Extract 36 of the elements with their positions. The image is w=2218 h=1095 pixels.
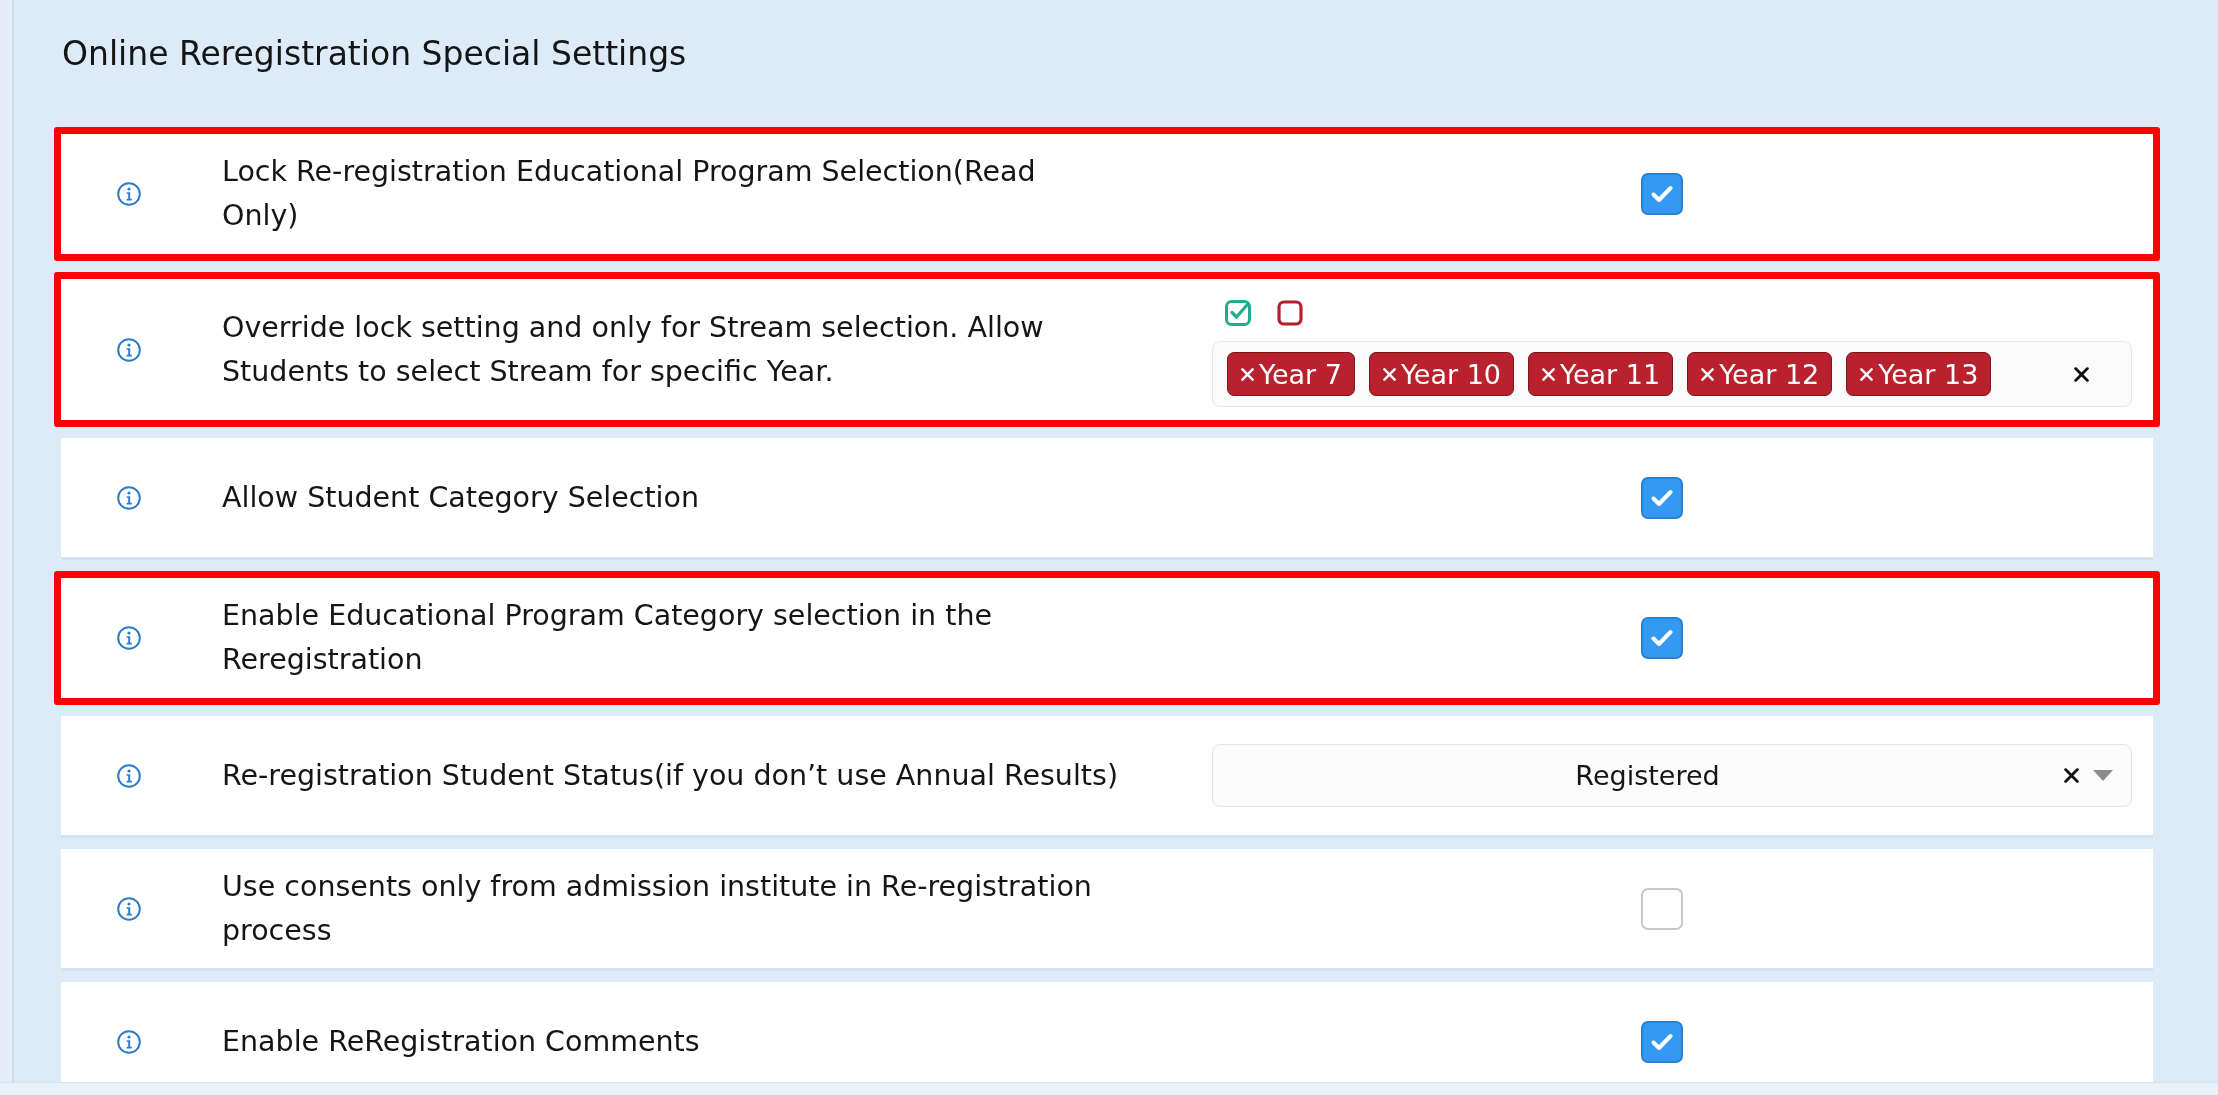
year-tag[interactable]: Year 10 bbox=[1368, 352, 1515, 396]
check-icon bbox=[1651, 629, 1673, 647]
check-icon bbox=[1651, 488, 1673, 507]
checkbox[interactable] bbox=[1641, 887, 1683, 930]
checkbox[interactable] bbox=[1641, 1020, 1683, 1063]
info-icon[interactable] bbox=[117, 182, 141, 206]
setting-label: Allow Student Category Selection bbox=[222, 479, 700, 516]
year-tag[interactable]: Year 11 bbox=[1528, 352, 1674, 396]
info-icon[interactable] bbox=[117, 763, 141, 788]
checkbox[interactable] bbox=[1641, 617, 1683, 659]
year-tag[interactable]: Year 13 bbox=[1846, 352, 1992, 396]
setting-label: Use consents only from admission institute in Re-registration process bbox=[222, 868, 1093, 949]
info-icon[interactable] bbox=[117, 485, 141, 510]
checkbox[interactable] bbox=[1641, 173, 1683, 215]
info-icon[interactable] bbox=[117, 626, 141, 650]
setting-label: Enable ReRegistration Comments bbox=[222, 1023, 701, 1060]
status-select[interactable]: Registered bbox=[1212, 744, 2132, 807]
year-tag[interactable]: Year 7 bbox=[1227, 352, 1355, 396]
setting-label: Enable Educational Program Category selection in the Reregistration bbox=[222, 598, 993, 678]
setting-label: Override lock setting and only for Stream selection. Allow Students to select Stream for specific Year. bbox=[222, 309, 1045, 390]
info-icon[interactable] bbox=[117, 337, 141, 362]
setting-label: Lock Re-registration Educational Program Selection(Read Only) bbox=[222, 154, 1037, 234]
setting-label: Re-registration Student Status(if you don’t use Annual Results) bbox=[222, 757, 1119, 794]
year-tags-field[interactable]: Year 7 Year 10 Year 11 Year 12 Year 13 bbox=[1212, 341, 2132, 407]
section-title: Online Reregistration Special Settings bbox=[62, 33, 687, 75]
checkbox[interactable] bbox=[1641, 476, 1683, 519]
close-icon[interactable] bbox=[2074, 366, 2089, 382]
square-icon[interactable] bbox=[1277, 300, 1303, 326]
year-tag[interactable]: Year 12 bbox=[1687, 352, 1833, 396]
check-square-icon[interactable] bbox=[1225, 300, 1251, 326]
info-icon[interactable] bbox=[117, 1029, 141, 1054]
check-icon bbox=[1651, 185, 1673, 203]
info-icon[interactable] bbox=[117, 896, 141, 921]
close-icon[interactable] bbox=[2064, 768, 2079, 783]
caret-icon[interactable] bbox=[2093, 770, 2113, 781]
check-icon bbox=[1651, 1032, 1673, 1051]
